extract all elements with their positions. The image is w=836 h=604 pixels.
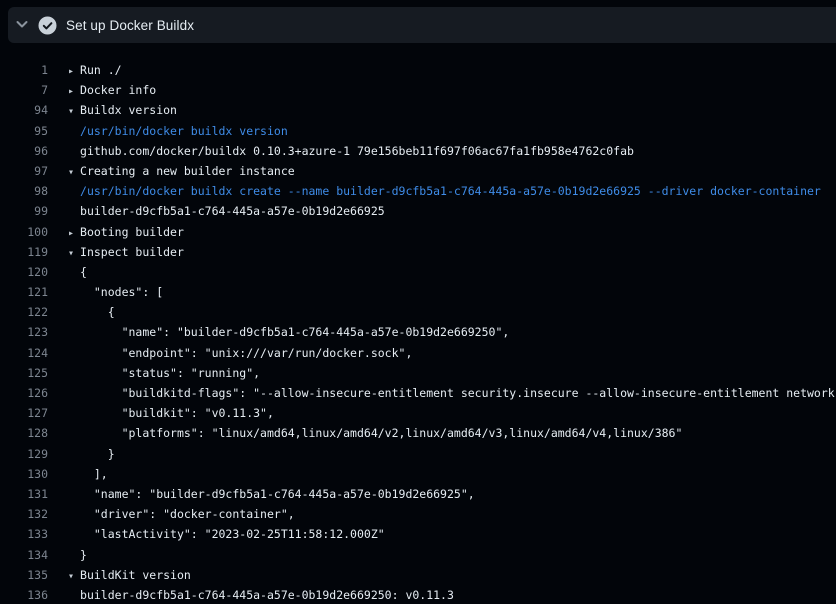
disclosure-triangle-icon: ▾ xyxy=(68,244,80,264)
log-line: 120 { xyxy=(0,262,836,282)
disclosure-triangle-icon: ▸ xyxy=(68,82,80,102)
line-number[interactable]: 133 xyxy=(0,524,48,544)
log-line: 7 ▸Docker info xyxy=(0,80,836,100)
log-line: 121 "nodes": [ xyxy=(0,282,836,302)
log-text: "driver": "docker-container", xyxy=(80,507,295,521)
line-number[interactable]: 136 xyxy=(0,585,48,604)
line-number[interactable]: 123 xyxy=(0,322,48,342)
log-text: /usr/bin/docker buildx version xyxy=(80,124,288,138)
log-line: 98 /usr/bin/docker buildx create --name … xyxy=(0,181,836,201)
line-number[interactable]: 130 xyxy=(0,464,48,484)
line-number[interactable]: 128 xyxy=(0,423,48,443)
line-number[interactable]: 100 xyxy=(0,222,48,242)
log-text: "buildkitd-flags": "--allow-insecure-ent… xyxy=(80,386,835,400)
line-number[interactable]: 131 xyxy=(0,484,48,504)
disclosure-triangle-icon: ▾ xyxy=(68,102,80,122)
log-line: 133 "lastActivity": "2023-02-25T11:58:12… xyxy=(0,524,836,544)
check-circle-icon xyxy=(38,16,57,35)
line-number[interactable]: 134 xyxy=(0,545,48,565)
log-text: } xyxy=(80,447,115,461)
line-number[interactable]: 96 xyxy=(0,141,48,161)
log-text: "platforms": "linux/amd64,linux/amd64/v2… xyxy=(80,426,682,440)
log-text: ], xyxy=(80,467,108,481)
line-number[interactable]: 135 xyxy=(0,565,48,585)
log-text: Inspect builder xyxy=(80,245,184,259)
log-text: Docker info xyxy=(80,83,156,97)
line-number[interactable]: 126 xyxy=(0,383,48,403)
log-line: 125 "status": "running", xyxy=(0,363,836,383)
log-line: 97 ▾Creating a new builder instance xyxy=(0,161,836,181)
line-number[interactable]: 99 xyxy=(0,201,48,221)
log-text: "name": "builder-d9cfb5a1-c764-445a-a57e… xyxy=(80,325,509,339)
log-line: 123 "name": "builder-d9cfb5a1-c764-445a-… xyxy=(0,322,836,342)
log-line: 95 /usr/bin/docker buildx version xyxy=(0,121,836,141)
log-text: builder-d9cfb5a1-c764-445a-a57e-0b19d2e6… xyxy=(80,588,454,602)
log-text: BuildKit version xyxy=(80,568,191,582)
log-line: 1 ▸Run ./ xyxy=(0,60,836,80)
log-text: builder-d9cfb5a1-c764-445a-a57e-0b19d2e6… xyxy=(80,204,385,218)
disclosure-triangle-icon: ▸ xyxy=(68,62,80,82)
line-number[interactable]: 120 xyxy=(0,262,48,282)
log-line: 131 "name": "builder-d9cfb5a1-c764-445a-… xyxy=(0,484,836,504)
log-text: /usr/bin/docker buildx create --name bui… xyxy=(80,184,821,198)
log-line: 122 { xyxy=(0,302,836,322)
log-line: 124 "endpoint": "unix:///var/run/docker.… xyxy=(0,343,836,363)
log-text: } xyxy=(80,548,87,562)
log-text: Creating a new builder instance xyxy=(80,164,295,178)
log-text: "endpoint": "unix:///var/run/docker.sock… xyxy=(80,346,412,360)
log-text: github.com/docker/buildx 0.10.3+azure-1 … xyxy=(80,144,634,158)
log-line: 127 "buildkit": "v0.11.3", xyxy=(0,403,836,423)
log-line: 135 ▾BuildKit version xyxy=(0,565,836,585)
log-line: 119 ▾Inspect builder xyxy=(0,242,836,262)
log-text: { xyxy=(80,305,115,319)
line-number[interactable]: 132 xyxy=(0,504,48,524)
log-line: 136 builder-d9cfb5a1-c764-445a-a57e-0b19… xyxy=(0,585,836,604)
log-line: 132 "driver": "docker-container", xyxy=(0,504,836,524)
log-line: 100 ▸Booting builder xyxy=(0,222,836,242)
line-number[interactable]: 122 xyxy=(0,302,48,322)
log-line: 130 ], xyxy=(0,464,836,484)
log-line: 99 builder-d9cfb5a1-c764-445a-a57e-0b19d… xyxy=(0,201,836,221)
log-line: 94 ▾Buildx version xyxy=(0,100,836,120)
log-lines: 1 ▸Run ./ 7 ▸Docker info 94 ▾Buildx vers… xyxy=(0,60,836,604)
log-text: "buildkit": "v0.11.3", xyxy=(80,406,274,420)
line-number[interactable]: 1 xyxy=(0,60,48,80)
log-text: "status": "running", xyxy=(80,366,260,380)
log-text: Run ./ xyxy=(80,63,122,77)
log-text: Booting builder xyxy=(80,225,184,239)
disclosure-triangle-icon: ▸ xyxy=(68,224,80,244)
step-header[interactable]: Set up Docker Buildx xyxy=(8,7,836,43)
log-line: 126 "buildkitd-flags": "--allow-insecure… xyxy=(0,383,836,403)
line-number[interactable]: 119 xyxy=(0,242,48,262)
log-text: "name": "builder-d9cfb5a1-c764-445a-a57e… xyxy=(80,487,475,501)
line-number[interactable]: 97 xyxy=(0,161,48,181)
line-number[interactable]: 125 xyxy=(0,363,48,383)
collapse-step-button[interactable] xyxy=(14,17,30,33)
log-line: 96 github.com/docker/buildx 0.10.3+azure… xyxy=(0,141,836,161)
line-number[interactable]: 95 xyxy=(0,121,48,141)
log-line: 129 } xyxy=(0,444,836,464)
log-line: 128 "platforms": "linux/amd64,linux/amd6… xyxy=(0,423,836,443)
log-container: 1 ▸Run ./ 7 ▸Docker info 94 ▾Buildx vers… xyxy=(0,43,836,604)
log-text: "nodes": [ xyxy=(80,285,163,299)
disclosure-triangle-icon: ▾ xyxy=(68,163,80,183)
step-title: Set up Docker Buildx xyxy=(66,18,194,33)
chevron-down-icon xyxy=(14,16,30,35)
line-number[interactable]: 94 xyxy=(0,100,48,120)
line-number[interactable]: 98 xyxy=(0,181,48,201)
line-number[interactable]: 121 xyxy=(0,282,48,302)
disclosure-triangle-icon: ▾ xyxy=(68,567,80,587)
line-number[interactable]: 129 xyxy=(0,444,48,464)
log-text: Buildx version xyxy=(80,103,177,117)
line-number[interactable]: 124 xyxy=(0,343,48,363)
line-number[interactable]: 7 xyxy=(0,80,48,100)
line-number[interactable]: 127 xyxy=(0,403,48,423)
log-text: "lastActivity": "2023-02-25T11:58:12.000… xyxy=(80,527,385,541)
log-line: 134 } xyxy=(0,545,836,565)
log-text: { xyxy=(80,265,87,279)
